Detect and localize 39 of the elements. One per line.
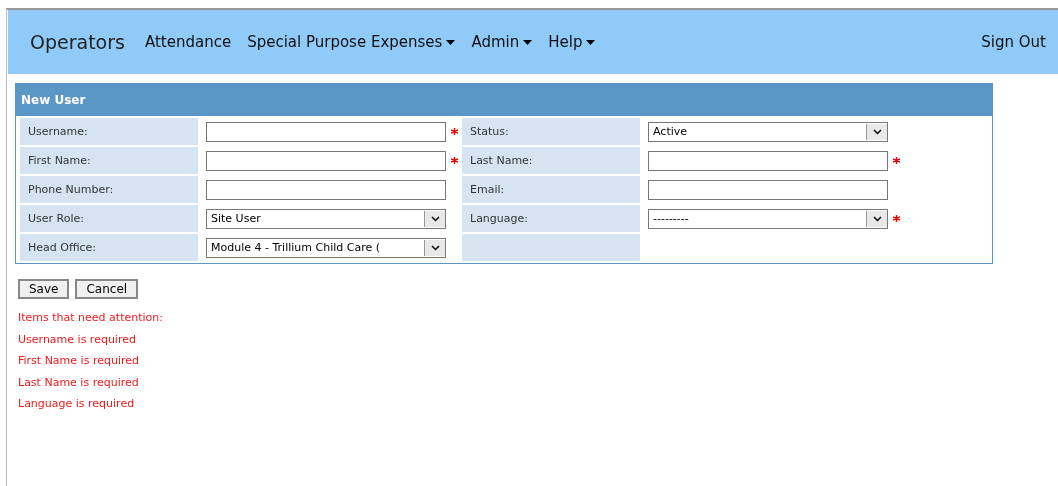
dropdown-field[interactable]: Site User [206,208,446,229]
input-field[interactable] [648,179,888,200]
field-label: Phone Number: [20,176,198,203]
caret-icon [523,39,533,45]
sign-out-link[interactable]: Sign Out [981,33,1046,51]
error-message: Username is required [18,332,137,348]
field-label: First Name: [20,147,198,174]
form-button[interactable]: Save [18,279,70,299]
field-label: User Role: [20,205,198,232]
input-field[interactable] [206,121,446,142]
dropdown-field[interactable]: --------- [648,208,888,229]
input-field[interactable] [206,150,446,171]
error-message: Last Name is required [18,375,140,391]
field-label: Head Office: [20,234,198,261]
field-label: Email: [462,176,640,203]
chevron-down-icon [872,215,882,222]
field-label: Username: [20,118,198,145]
field-label: Last Name: [462,147,640,174]
nav-menu-item[interactable]: Special Purpose Expenses [247,33,456,51]
brand-link[interactable]: Operators [30,31,125,53]
chevron-down-icon [430,215,440,222]
nav-menu-item[interactable]: Attendance [144,33,232,51]
form-button[interactable]: Cancel [75,279,139,299]
nav-menu-item[interactable]: Help [548,33,596,51]
field-label: Status: [462,118,640,145]
nav-menu-item[interactable]: Admin [471,33,533,51]
field-label: Language: [462,205,640,232]
panel-title: New User [21,93,86,107]
input-field[interactable] [648,150,888,171]
caret-icon [446,39,456,45]
error-message: Language is required [18,397,136,412]
error-heading: Items that need attention: [18,311,164,326]
error-message: First Name is required [18,354,140,369]
chevron-down-icon [872,128,882,135]
dropdown-field[interactable]: Module 4 - Trillium Child Care ( [206,237,446,258]
dropdown-field[interactable]: Active [648,121,888,142]
caret-icon [586,39,596,45]
chevron-down-icon [430,244,440,251]
input-field[interactable] [206,179,446,200]
